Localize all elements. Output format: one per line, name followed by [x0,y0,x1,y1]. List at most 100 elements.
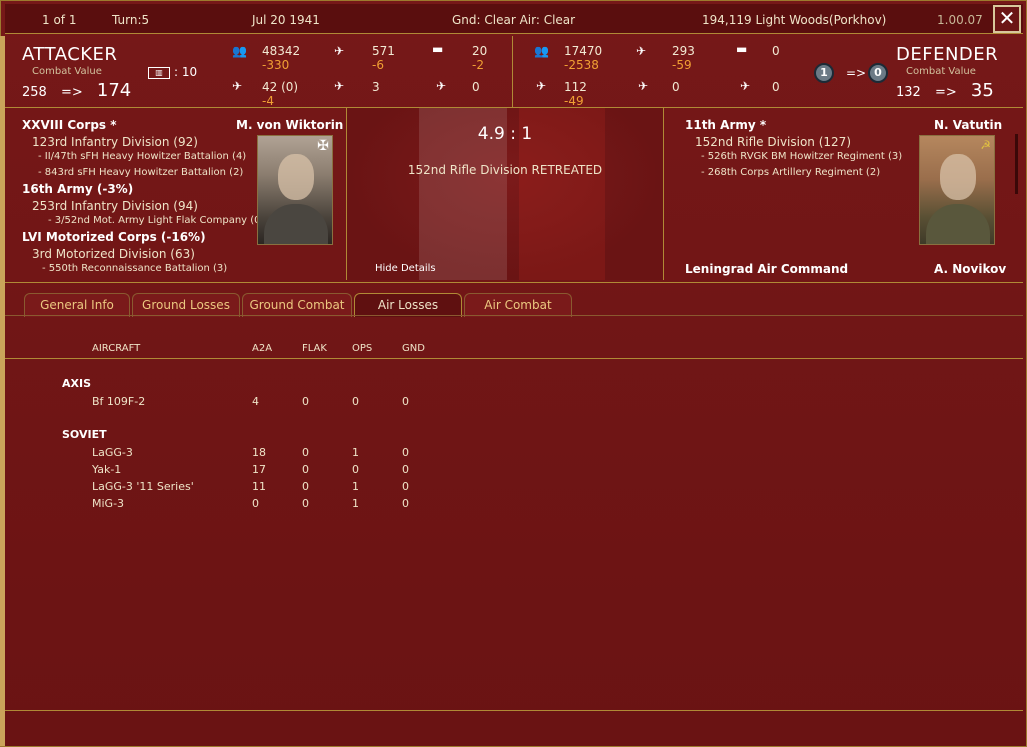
aircraft-name: LaGG-3 '11 Series' [92,480,194,493]
column-header-a2a: A2A [252,343,273,354]
defender-air1-loss: -49 [564,94,584,108]
version-label: 1.00.07 [937,13,983,27]
attacker-air2-value: 3 [372,80,380,94]
location-label: 194,119 Light Woods(Porkhov) [702,13,887,27]
tab-bar: General Info Ground Losses Ground Combat… [5,282,1023,317]
gnd-value: 0 [402,463,409,476]
defender-air1: 112 -49 [564,80,587,108]
top-info-bar: 1 of 1 Turn:5 Jul 20 1941 Gnd: Clear Air… [5,4,1023,34]
a2a-value: 4 [252,395,259,408]
defender-guns: 293 -59 [672,44,695,72]
fighter-icon: ✈ [536,79,547,93]
attacker-air3-value: 0 [472,80,480,94]
defender-men-value: 17470 [564,44,603,58]
defender-air2: 0 [672,80,680,94]
defender-cv-values: 132 => 35 [896,80,994,101]
combat-result: 152nd Rifle Division RETREATED [407,163,603,177]
defender-air1-value: 112 [564,80,587,94]
defender-men-loss: -2538 [564,58,599,72]
combat-summary: ATTACKER Combat Value 258 => 174 ▥: 10 👥… [5,36,1023,108]
tab-ground-combat[interactable]: Ground Combat [242,293,352,317]
attacker-air1-loss: -4 [262,94,274,108]
gnd-value: 0 [402,395,409,408]
page-indicator: 1 of 1 [42,13,77,27]
flak-value: 0 [302,446,309,459]
air-losses-table: AIRCRAFT A2A FLAK OPS GND AXIS Bf 109F-2… [5,316,1023,710]
column-header-gnd: GND [402,343,425,354]
attacker-afv-value: 20 [472,44,488,58]
defender-fort-to-badge: 0 [868,63,888,83]
close-button[interactable]: ✕ [993,5,1021,33]
defender-men: 17470 -2538 [564,44,602,72]
attacker-cv-label: Combat Value [32,66,102,77]
men-icon: 👥 [232,44,247,58]
ops-value: 0 [352,395,359,408]
portrait-coat [264,204,328,244]
unit-line[interactable]: LVI Motorized Corps (-16%) [22,230,206,244]
unit-line[interactable]: - 268th Corps Artillery Regiment (2) [701,167,880,178]
a2a-value: 18 [252,446,266,459]
column-header-ops: OPS [352,343,373,354]
tab-air-losses[interactable]: Air Losses [354,293,462,317]
attacker-air3: 0 [472,80,480,94]
men-icon: 👥 [534,44,549,58]
unit-line[interactable]: - II/47th sFH Heavy Howitzer Battalion (… [38,151,246,162]
unit-line[interactable]: 16th Army (-3%) [22,182,133,196]
attacker-guns-loss: -6 [372,58,384,72]
flak-value: 0 [302,463,309,476]
iron-cross-icon: ✠ [317,138,329,154]
date-label: Jul 20 1941 [252,13,320,27]
tank-icon: ▬ [736,42,748,56]
defender-units-list: 11th Army * N. Vatutin 152nd Rifle Divis… [664,108,1023,280]
defender-commander2-name: A. Novikov [934,262,1007,276]
combat-odds: 4.9 : 1 [477,124,533,144]
hide-details-link[interactable]: Hide Details [375,263,436,274]
defender-commander-portrait[interactable]: ☭ [919,135,995,245]
gnd-value: 0 [402,497,409,510]
fighter-icon: ✈ [232,79,243,93]
unit-line[interactable]: Leningrad Air Command [685,262,848,276]
flak-value: 0 [302,395,309,408]
attacker-cv-from: 258 [22,85,47,100]
flak-value: 0 [302,480,309,493]
gun-icon: ✈ [636,44,647,58]
unit-line[interactable]: 152nd Rifle Division (127) [695,135,851,149]
attacker-units-list: XXVIII Corps * M. von Wiktorin 123rd Inf… [5,108,347,280]
unit-line[interactable]: 3rd Motorized Division (63) [32,247,195,261]
attacker-afv-loss: -2 [472,58,484,72]
attacker-air1: 42 (0) -4 [262,80,298,108]
tab-ground-losses[interactable]: Ground Losses [132,293,240,317]
tab-air-combat[interactable]: Air Combat [464,293,572,317]
defender-guns-value: 293 [672,44,695,58]
defender-fort-arrow: => [846,66,867,80]
unit-line[interactable]: XXVIII Corps * [22,118,117,132]
unit-line[interactable]: - 526th RVGK BM Howitzer Regiment (3) [701,151,902,162]
defender-cv-arrow: => [934,85,957,100]
tank-icon: ▬ [432,42,444,56]
unit-line[interactable]: - 843rd sFH Heavy Howitzer Battalion (2) [38,167,243,178]
ops-value: 1 [352,480,359,493]
unit-line[interactable]: 253rd Infantry Division (94) [32,199,198,213]
hammer-sickle-icon: ☭ [980,138,991,152]
aircraft-name: Yak-1 [92,463,122,476]
defender-afv-value: 0 [772,44,780,58]
tab-general-info[interactable]: General Info [24,293,130,317]
attacker-cv-values: 258 => 174 [22,80,131,101]
portrait-coat [926,204,990,244]
unit-line[interactable]: - 550th Reconnaissance Battalion (3) [42,263,227,274]
transport-icon: ✈ [436,79,447,93]
fortification-icon: ▥ [148,66,170,79]
gun-icon: ✈ [334,44,345,58]
ops-value: 1 [352,497,359,510]
attacker-cv-arrow: => [60,85,83,100]
unit-line[interactable]: 123rd Infantry Division (92) [32,135,198,149]
group-axis: AXIS [62,377,92,390]
unit-line[interactable]: 11th Army * [685,118,766,132]
turn-label: Turn:5 [112,13,150,27]
unit-line[interactable]: - 3/52nd Mot. Army Light Flak Company (0… [48,215,264,226]
group-soviet: SOVIET [62,428,107,441]
attacker-commander-portrait[interactable]: ✠ [257,135,333,245]
bomber-icon: ✈ [334,79,345,93]
ops-value: 0 [352,463,359,476]
units-scrollbar[interactable] [1015,134,1018,194]
